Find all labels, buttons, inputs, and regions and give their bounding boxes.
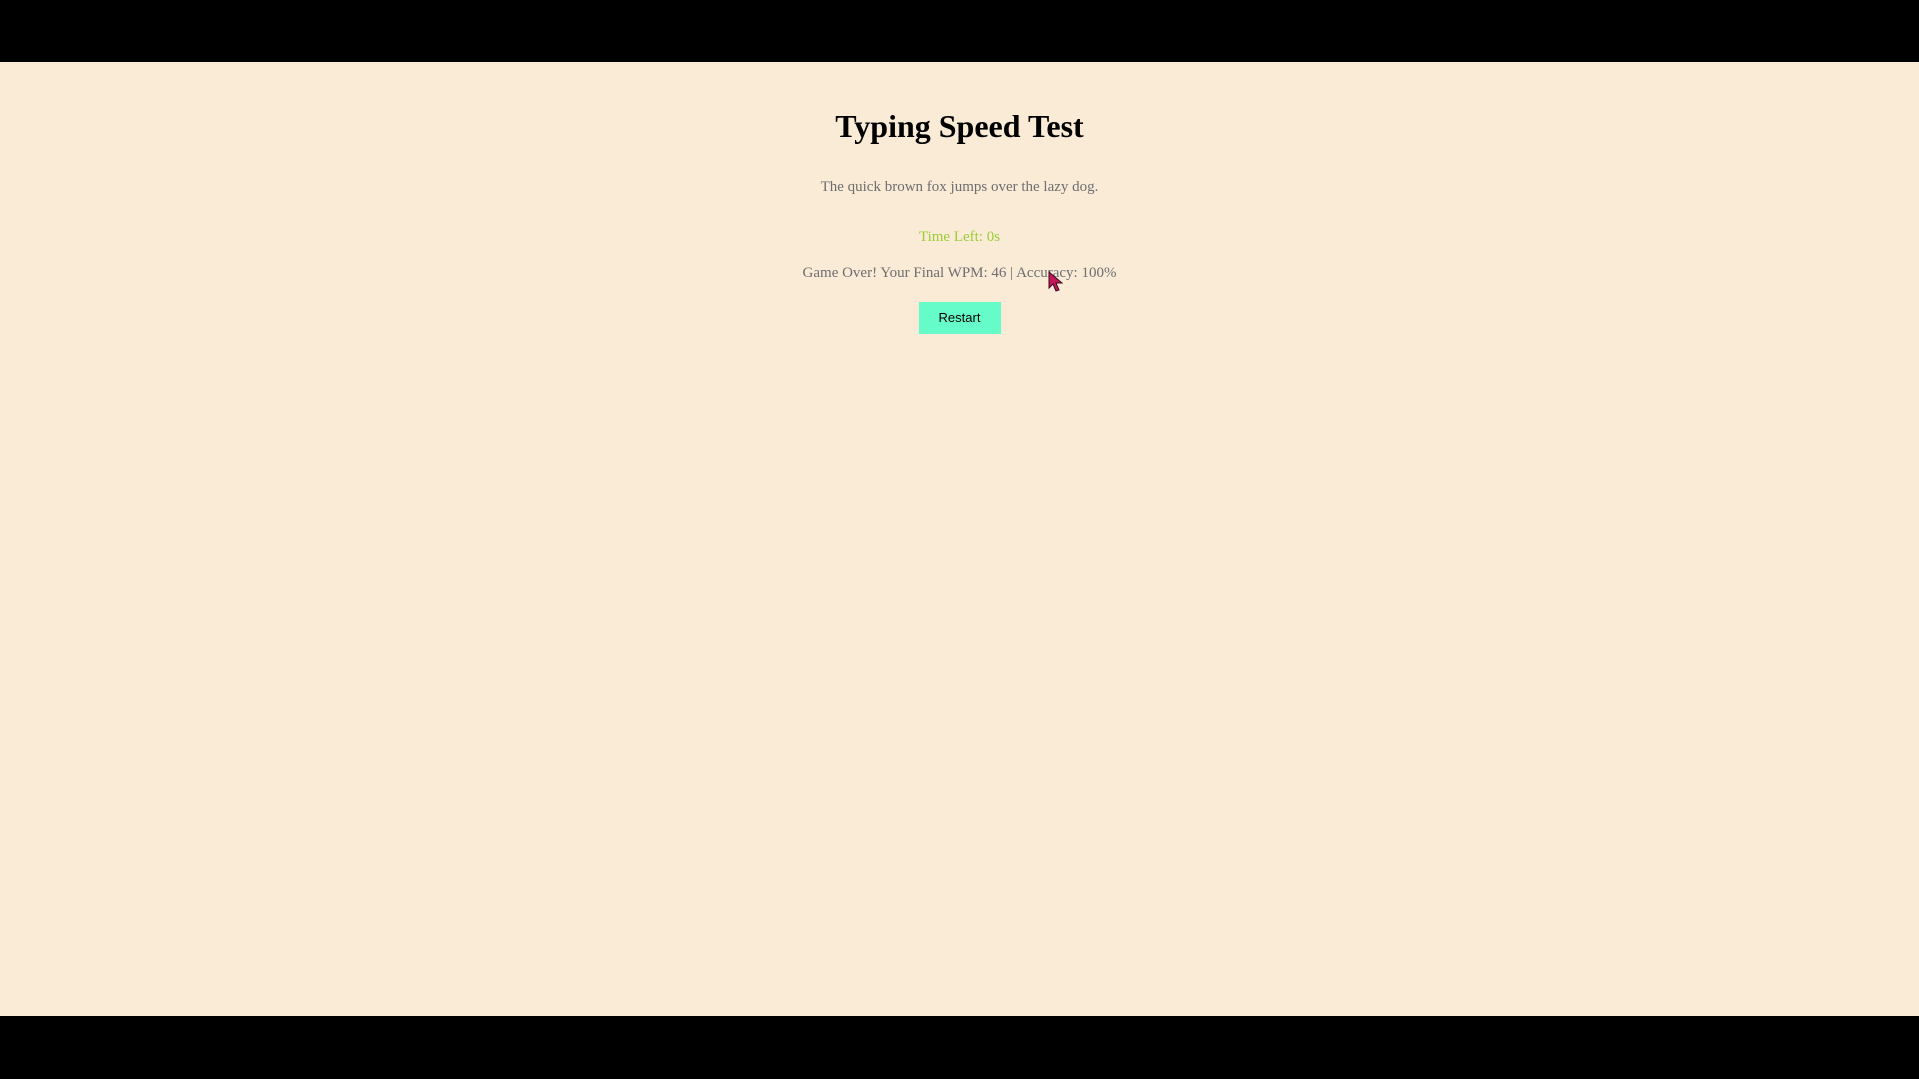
letterbox-top-bar (0, 0, 1919, 62)
final-result-text: Game Over! Your Final WPM: 46 | Accuracy… (802, 265, 1117, 281)
mouse-pointer-icon (1048, 271, 1064, 292)
restart-button[interactable]: Restart (918, 302, 1001, 334)
restart-container: Restart (0, 302, 1919, 334)
time-left-display: Time Left: 0s (918, 229, 1001, 245)
letterbox-bottom-bar (0, 1016, 1919, 1079)
page-title: Typing Speed Test (835, 108, 1084, 144)
target-sentence: The quick brown fox jumps over the lazy … (820, 179, 1099, 195)
game-page: Typing Speed Test The quick brown fox ju… (0, 62, 1919, 1016)
